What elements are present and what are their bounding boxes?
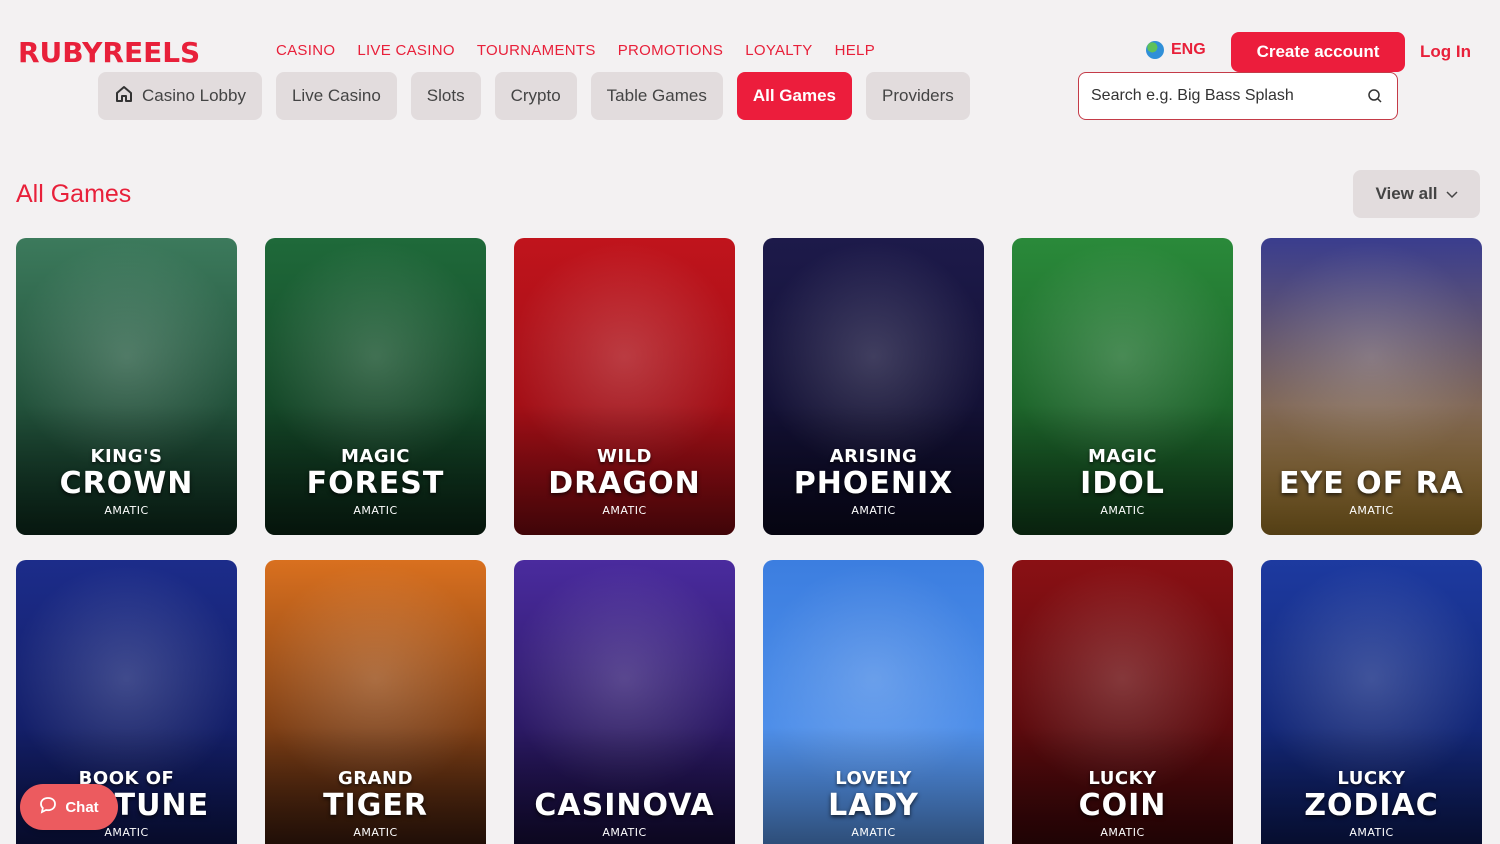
chat-button[interactable]: Chat bbox=[20, 784, 118, 830]
game-title-line1: GRAND bbox=[337, 768, 414, 789]
game-title-line1: LOVELY bbox=[835, 768, 912, 789]
search-input[interactable] bbox=[1091, 87, 1365, 105]
nav-casino[interactable]: CASINO bbox=[276, 42, 335, 59]
game-provider: AMATIC bbox=[1349, 826, 1394, 839]
section-title: All Games bbox=[16, 180, 132, 208]
game-card[interactable]: MAGIC FOREST AMATIC bbox=[265, 238, 486, 535]
game-title-line1: MAGIC bbox=[1087, 446, 1158, 467]
search-box bbox=[1078, 72, 1398, 120]
game-provider: AMATIC bbox=[851, 504, 896, 517]
game-provider: AMATIC bbox=[1100, 826, 1145, 839]
game-title-line1: MAGIC bbox=[340, 446, 411, 467]
nav-help[interactable]: HELP bbox=[835, 42, 875, 59]
game-card[interactable]: EYE OF RA AMATIC bbox=[1261, 238, 1482, 535]
language-selector[interactable]: ENG bbox=[1146, 41, 1206, 59]
game-title-line1: KING'S bbox=[90, 446, 163, 467]
game-card[interactable]: KING'S CROWN AMATIC bbox=[16, 238, 237, 535]
game-title: COIN bbox=[1078, 788, 1167, 823]
login-link[interactable]: Log In bbox=[1420, 42, 1471, 62]
view-all-label: View all bbox=[1375, 184, 1438, 203]
games-grid: KING'S CROWN AMATIC MAGIC FOREST AMATIC WILD DR… bbox=[16, 238, 1482, 844]
game-provider: AMATIC bbox=[353, 504, 398, 517]
game-title-line1: LUCKY bbox=[1337, 768, 1406, 789]
game-card[interactable]: MAGIC IDOL AMATIC bbox=[1012, 238, 1233, 535]
chat-label: Chat bbox=[65, 798, 99, 816]
game-title-line1: WILD bbox=[597, 446, 652, 467]
tab-providers[interactable]: Providers bbox=[866, 72, 970, 120]
game-provider: AMATIC bbox=[602, 826, 647, 839]
search-icon[interactable] bbox=[1365, 86, 1385, 106]
game-title: PHOENIX bbox=[793, 466, 954, 501]
game-card[interactable]: CASINOVA AMATIC bbox=[514, 560, 735, 844]
view-all-button[interactable]: View all bbox=[1353, 170, 1480, 218]
tab-label: All Games bbox=[752, 86, 836, 105]
game-title: DRAGON bbox=[548, 466, 701, 501]
tab-casino-lobby[interactable]: Casino Lobby bbox=[98, 72, 262, 120]
nav-live-casino[interactable]: LIVE CASINO bbox=[357, 42, 455, 59]
game-card[interactable]: WILD DRAGON AMATIC bbox=[514, 238, 735, 535]
main-nav: CASINO LIVE CASINO TOURNAMENTS PROMOTION… bbox=[276, 42, 875, 59]
game-title: LADY bbox=[828, 788, 919, 823]
home-icon bbox=[114, 84, 134, 109]
game-card[interactable]: GRAND TIGER AMATIC bbox=[265, 560, 486, 844]
game-card[interactable]: ARISING PHOENIX AMATIC bbox=[763, 238, 984, 535]
tab-live-casino[interactable]: Live Casino bbox=[275, 72, 397, 120]
tab-label: Casino Lobby bbox=[142, 86, 246, 105]
game-title: IDOL bbox=[1080, 466, 1165, 501]
category-tabs: Casino Lobby Live Casino Slots Crypto Ta… bbox=[98, 72, 970, 120]
game-title-line1: ARISING bbox=[829, 446, 918, 467]
game-provider: AMATIC bbox=[1100, 504, 1145, 517]
tab-label: Crypto bbox=[510, 86, 561, 105]
tab-slots[interactable]: Slots bbox=[410, 72, 481, 120]
game-provider: AMATIC bbox=[104, 504, 149, 517]
game-title: CROWN bbox=[59, 466, 194, 501]
tab-all-games[interactable]: All Games bbox=[736, 72, 852, 120]
game-title-line1: LUCKY bbox=[1088, 768, 1157, 789]
globe-icon bbox=[1146, 41, 1164, 59]
game-provider: AMATIC bbox=[851, 826, 896, 839]
tab-label: Providers bbox=[882, 86, 954, 105]
game-title: EYE OF RA bbox=[1279, 466, 1464, 501]
game-title: TIGER bbox=[323, 788, 428, 823]
tab-table-games[interactable]: Table Games bbox=[590, 72, 723, 120]
chevron-down-icon bbox=[1446, 184, 1458, 204]
nav-loyalty[interactable]: LOYALTY bbox=[745, 42, 812, 59]
nav-promotions[interactable]: PROMOTIONS bbox=[618, 42, 724, 59]
game-provider: AMATIC bbox=[1349, 504, 1394, 517]
nav-tournaments[interactable]: TOURNAMENTS bbox=[477, 42, 596, 59]
tab-label: Live Casino bbox=[291, 86, 381, 105]
game-title: CASINOVA bbox=[534, 788, 715, 823]
game-title: FOREST bbox=[306, 466, 445, 501]
tab-label: Table Games bbox=[606, 86, 707, 105]
language-label: ENG bbox=[1171, 41, 1206, 58]
game-provider: AMATIC bbox=[602, 504, 647, 517]
game-provider: AMATIC bbox=[353, 826, 398, 839]
brand-logo[interactable]: RUBYREELS bbox=[18, 36, 200, 69]
chat-bubble-icon bbox=[39, 796, 57, 818]
tab-label: Slots bbox=[426, 86, 465, 105]
game-card[interactable]: LUCKY COIN AMATIC bbox=[1012, 560, 1233, 844]
create-account-button[interactable]: Create account bbox=[1231, 32, 1405, 72]
game-title: ZODIAC bbox=[1304, 788, 1439, 823]
game-card[interactable]: LUCKY ZODIAC AMATIC bbox=[1261, 560, 1482, 844]
game-card[interactable]: LOVELY LADY AMATIC bbox=[763, 560, 984, 844]
tab-crypto[interactable]: Crypto bbox=[494, 72, 577, 120]
